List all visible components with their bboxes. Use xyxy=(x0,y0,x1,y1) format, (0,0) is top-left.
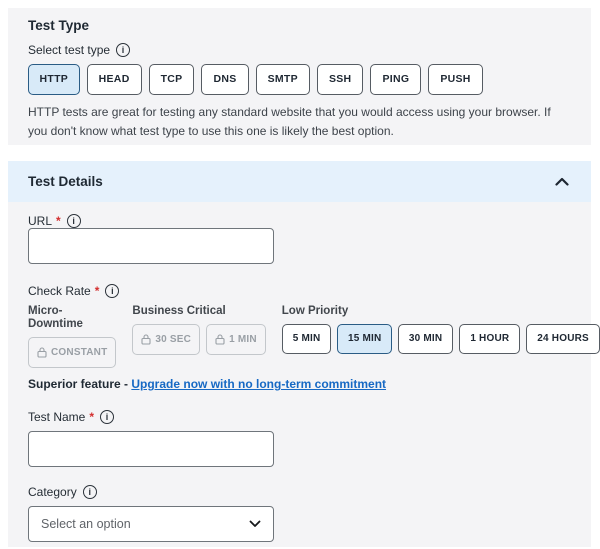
test-name-label: Test Name * xyxy=(28,410,571,424)
test-type-description: HTTP tests are great for testing any sta… xyxy=(28,103,560,140)
test-type-head[interactable]: HEAD xyxy=(87,64,142,95)
lock-icon xyxy=(141,334,151,345)
info-icon[interactable] xyxy=(105,284,119,298)
check-rate-group-micro-downtime: Micro-Downtime CONSTANT xyxy=(28,305,116,368)
test-type-ping[interactable]: PING xyxy=(370,64,421,95)
upsell-message: Superior feature - Upgrade now with no l… xyxy=(28,377,571,392)
check-rate-group-business-critical: Business Critical 30 SEC xyxy=(132,305,265,368)
test-details-header[interactable]: Test Details xyxy=(8,161,591,202)
test-type-tcp[interactable]: TCP xyxy=(149,64,195,95)
check-rate-group-low-priority: Low Priority 5 MIN 15 MIN 30 MIN 1 HOUR … xyxy=(282,305,600,368)
test-type-section: Test Type Select test type HTTP HEAD TCP… xyxy=(8,8,591,145)
info-icon[interactable] xyxy=(83,485,97,499)
check-rate-constant[interactable]: CONSTANT xyxy=(28,337,116,368)
lock-icon xyxy=(37,347,47,358)
test-type-ssh[interactable]: SSH xyxy=(317,64,364,95)
check-rate-15-min[interactable]: 15 MIN xyxy=(337,324,391,354)
select-test-type-label: Select test type xyxy=(28,43,571,57)
check-rate-1-hour[interactable]: 1 HOUR xyxy=(459,324,520,354)
info-icon[interactable] xyxy=(67,214,81,228)
category-select-value: Select an option xyxy=(41,517,131,531)
check-rate-30-min[interactable]: 30 MIN xyxy=(398,324,453,354)
required-marker: * xyxy=(95,284,100,298)
test-details-title: Test Details xyxy=(28,174,103,189)
info-icon[interactable] xyxy=(116,43,130,57)
check-rate-5-min[interactable]: 5 MIN xyxy=(282,324,332,354)
upgrade-link[interactable]: Upgrade now with no long-term commitment xyxy=(131,377,386,391)
required-marker: * xyxy=(89,410,94,424)
chevron-down-icon xyxy=(249,515,261,533)
url-input[interactable] xyxy=(28,228,274,264)
chevron-up-icon[interactable] xyxy=(555,173,569,191)
test-type-http[interactable]: HTTP xyxy=(28,64,80,95)
category-label: Category xyxy=(28,485,571,499)
test-type-dns[interactable]: DNS xyxy=(201,64,248,95)
category-select[interactable]: Select an option xyxy=(28,506,274,542)
check-rate-24-hours[interactable]: 24 HOURS xyxy=(526,324,600,354)
lock-icon xyxy=(215,334,225,345)
test-type-options: HTTP HEAD TCP DNS SMTP SSH PING PUSH xyxy=(28,64,571,95)
select-test-type-text: Select test type xyxy=(28,43,110,57)
check-rate-groups: Micro-Downtime CONSTANT Business Critica… xyxy=(28,305,571,368)
check-rate-1-min[interactable]: 1 MIN xyxy=(206,324,266,355)
check-rate-label: Check Rate * xyxy=(28,284,571,298)
test-name-input[interactable] xyxy=(28,431,274,467)
info-icon[interactable] xyxy=(100,410,114,424)
test-type-push[interactable]: PUSH xyxy=(428,64,482,95)
test-details-section: URL * Check Rate * Micro-Downtime CONSTA… xyxy=(8,202,591,547)
test-type-title: Test Type xyxy=(28,18,571,33)
upsell-prefix: Superior feature - xyxy=(28,377,131,391)
required-marker: * xyxy=(56,214,61,228)
url-label: URL * xyxy=(28,214,571,228)
check-rate-30-sec[interactable]: 30 SEC xyxy=(132,324,200,355)
test-type-smtp[interactable]: SMTP xyxy=(256,64,310,95)
